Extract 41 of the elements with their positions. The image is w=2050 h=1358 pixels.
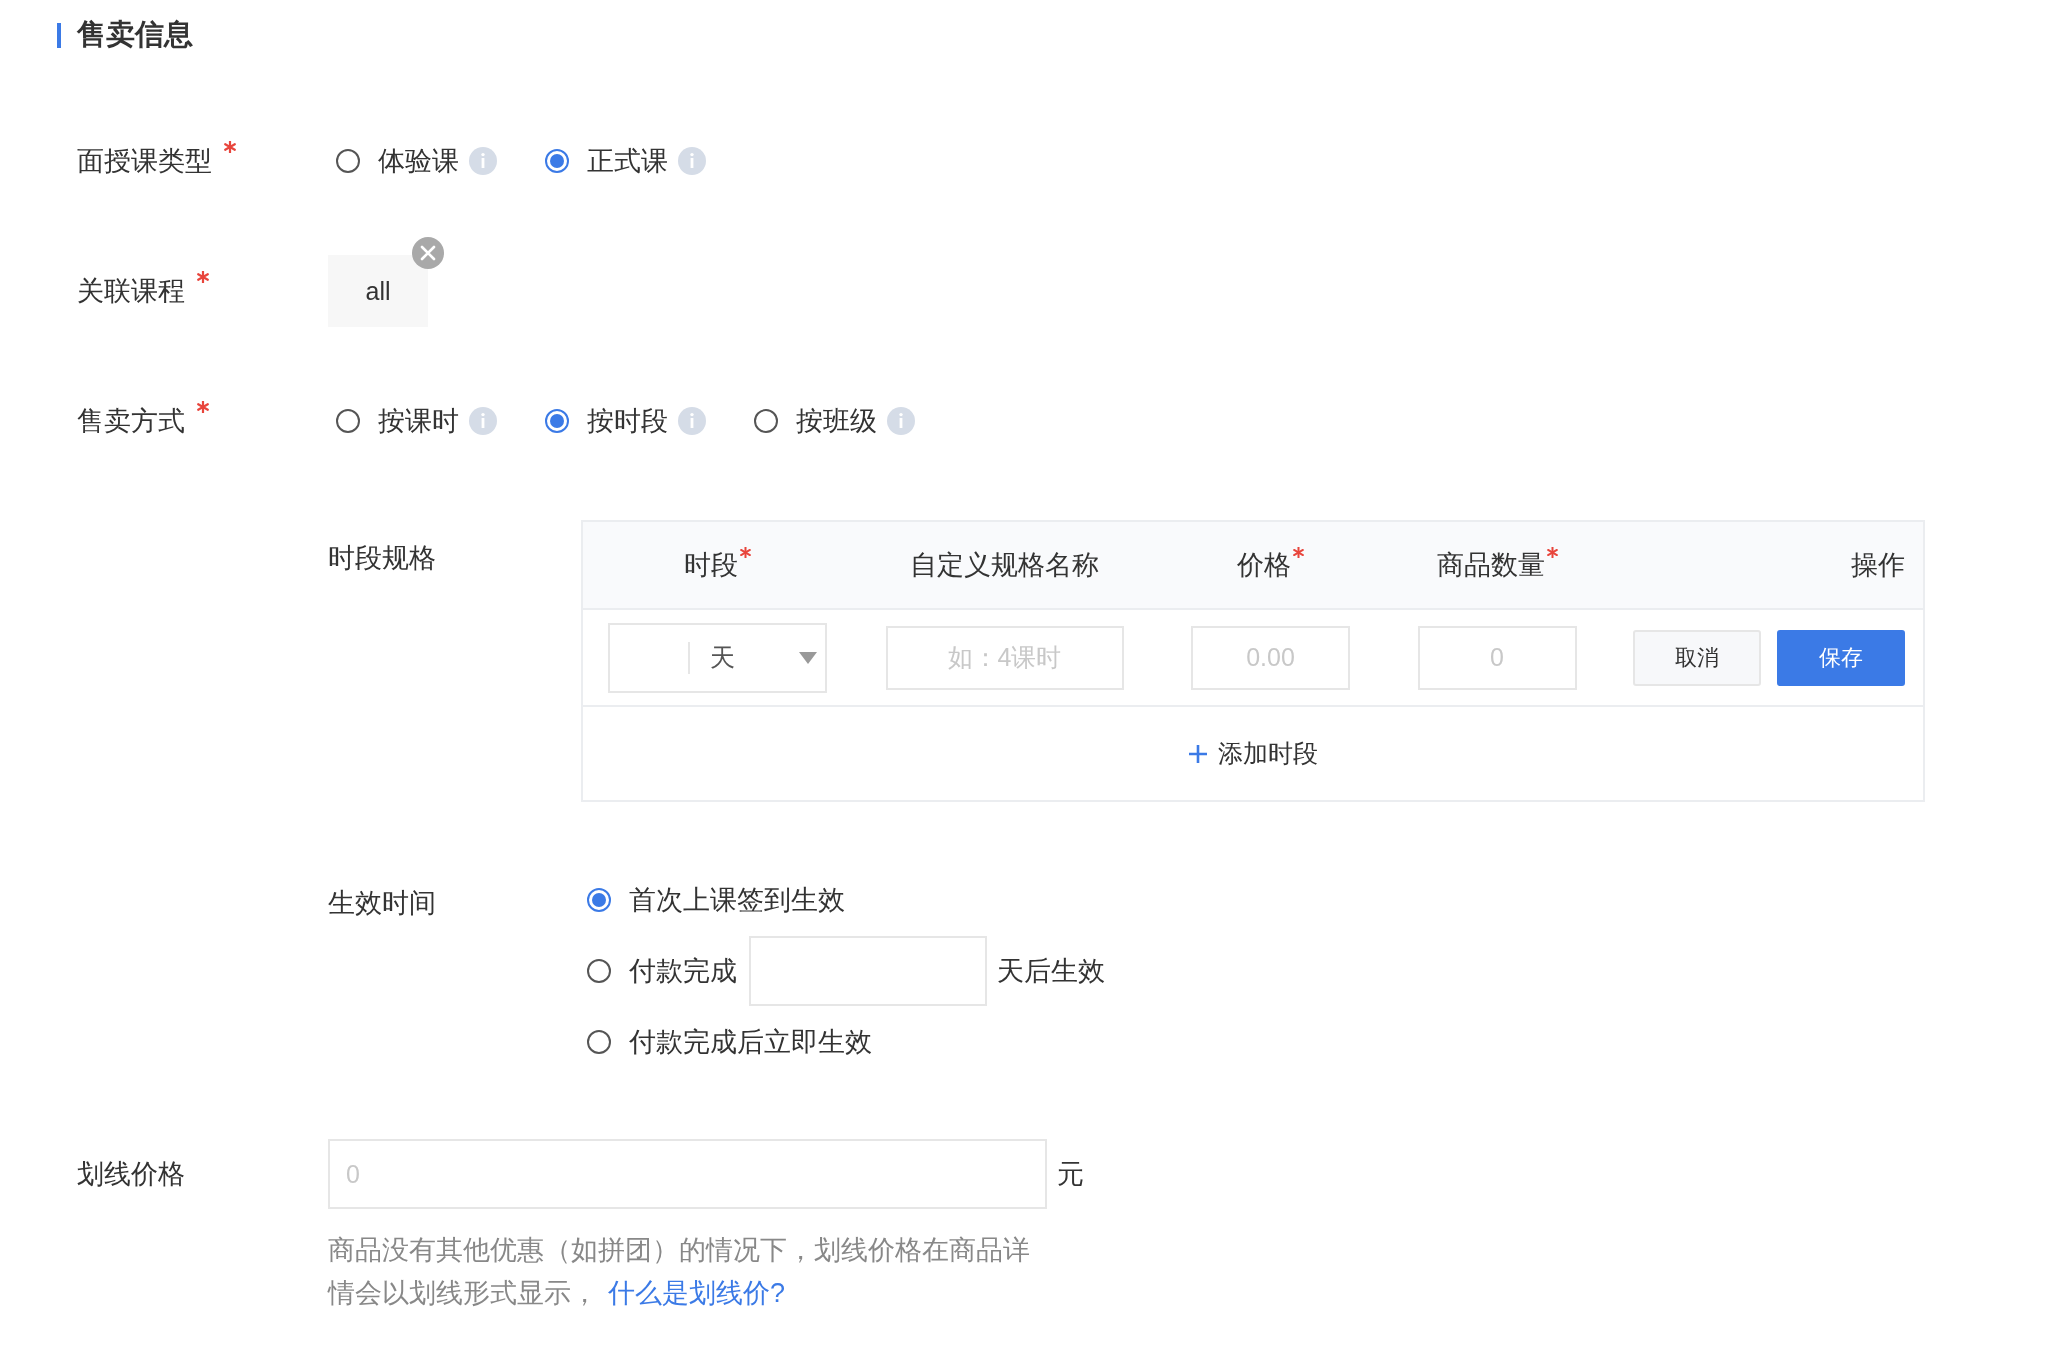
title-accent-bar bbox=[57, 22, 61, 48]
add-period-button[interactable]: 添加时段 bbox=[1188, 737, 1318, 770]
column-header: 价格 bbox=[1237, 550, 1291, 580]
unit-text: 元 bbox=[1057, 1158, 1084, 1191]
save-button[interactable]: 保存 bbox=[1777, 629, 1905, 686]
section-title: 售卖信息 bbox=[77, 17, 193, 52]
field-label: 关联课程 bbox=[77, 275, 185, 308]
tag-text: all bbox=[365, 276, 391, 306]
radio-button[interactable] bbox=[545, 409, 569, 433]
column-header: 时段 bbox=[684, 550, 738, 580]
option-label[interactable]: 付款完成 bbox=[629, 952, 737, 989]
column-header: 商品数量 bbox=[1436, 550, 1545, 580]
caret-icon bbox=[799, 651, 817, 664]
days-input[interactable] bbox=[749, 935, 987, 1006]
radio-button[interactable] bbox=[336, 409, 360, 433]
option-label[interactable]: 按班级 bbox=[796, 403, 877, 439]
cancel-button[interactable]: 取消 bbox=[1633, 629, 1761, 686]
column-header: 自定义规格名称 bbox=[910, 550, 1099, 580]
radio-button[interactable] bbox=[545, 149, 569, 173]
field-label: 生效时间 bbox=[328, 887, 437, 920]
radio-button[interactable] bbox=[587, 887, 611, 912]
option-label[interactable]: 付款完成后立即生效 bbox=[629, 1023, 872, 1060]
option-label[interactable]: 按课时 bbox=[378, 403, 459, 439]
suffix-text: 天后生效 bbox=[997, 954, 1105, 988]
help-text: 商品没有其他优惠（如拼团）的情况下，划线价格在商品详情会以划线形式显示， 什么是划线价? bbox=[328, 1234, 1031, 1310]
unit-select[interactable]: 天 bbox=[608, 622, 827, 693]
field-label: 时段规格 bbox=[328, 542, 437, 575]
field-label: 面授课类型 bbox=[77, 145, 212, 178]
option-label[interactable]: 按时段 bbox=[587, 403, 668, 439]
radio-button[interactable] bbox=[587, 1029, 611, 1054]
field-label: 售卖方式 bbox=[77, 405, 185, 438]
radio-button[interactable] bbox=[587, 958, 611, 983]
option-label[interactable]: 体验课 bbox=[378, 143, 459, 179]
radio-button[interactable] bbox=[754, 409, 778, 433]
column-header: 操作 bbox=[1851, 550, 1905, 580]
option-label[interactable]: 正式课 bbox=[587, 143, 668, 179]
help-link[interactable]: 什么是划线价? bbox=[608, 1278, 786, 1308]
radio-button[interactable] bbox=[336, 149, 360, 173]
option-label[interactable]: 首次上课签到生效 bbox=[629, 881, 845, 918]
plus-icon bbox=[1188, 743, 1208, 764]
field-label: 划线价格 bbox=[77, 1158, 185, 1191]
